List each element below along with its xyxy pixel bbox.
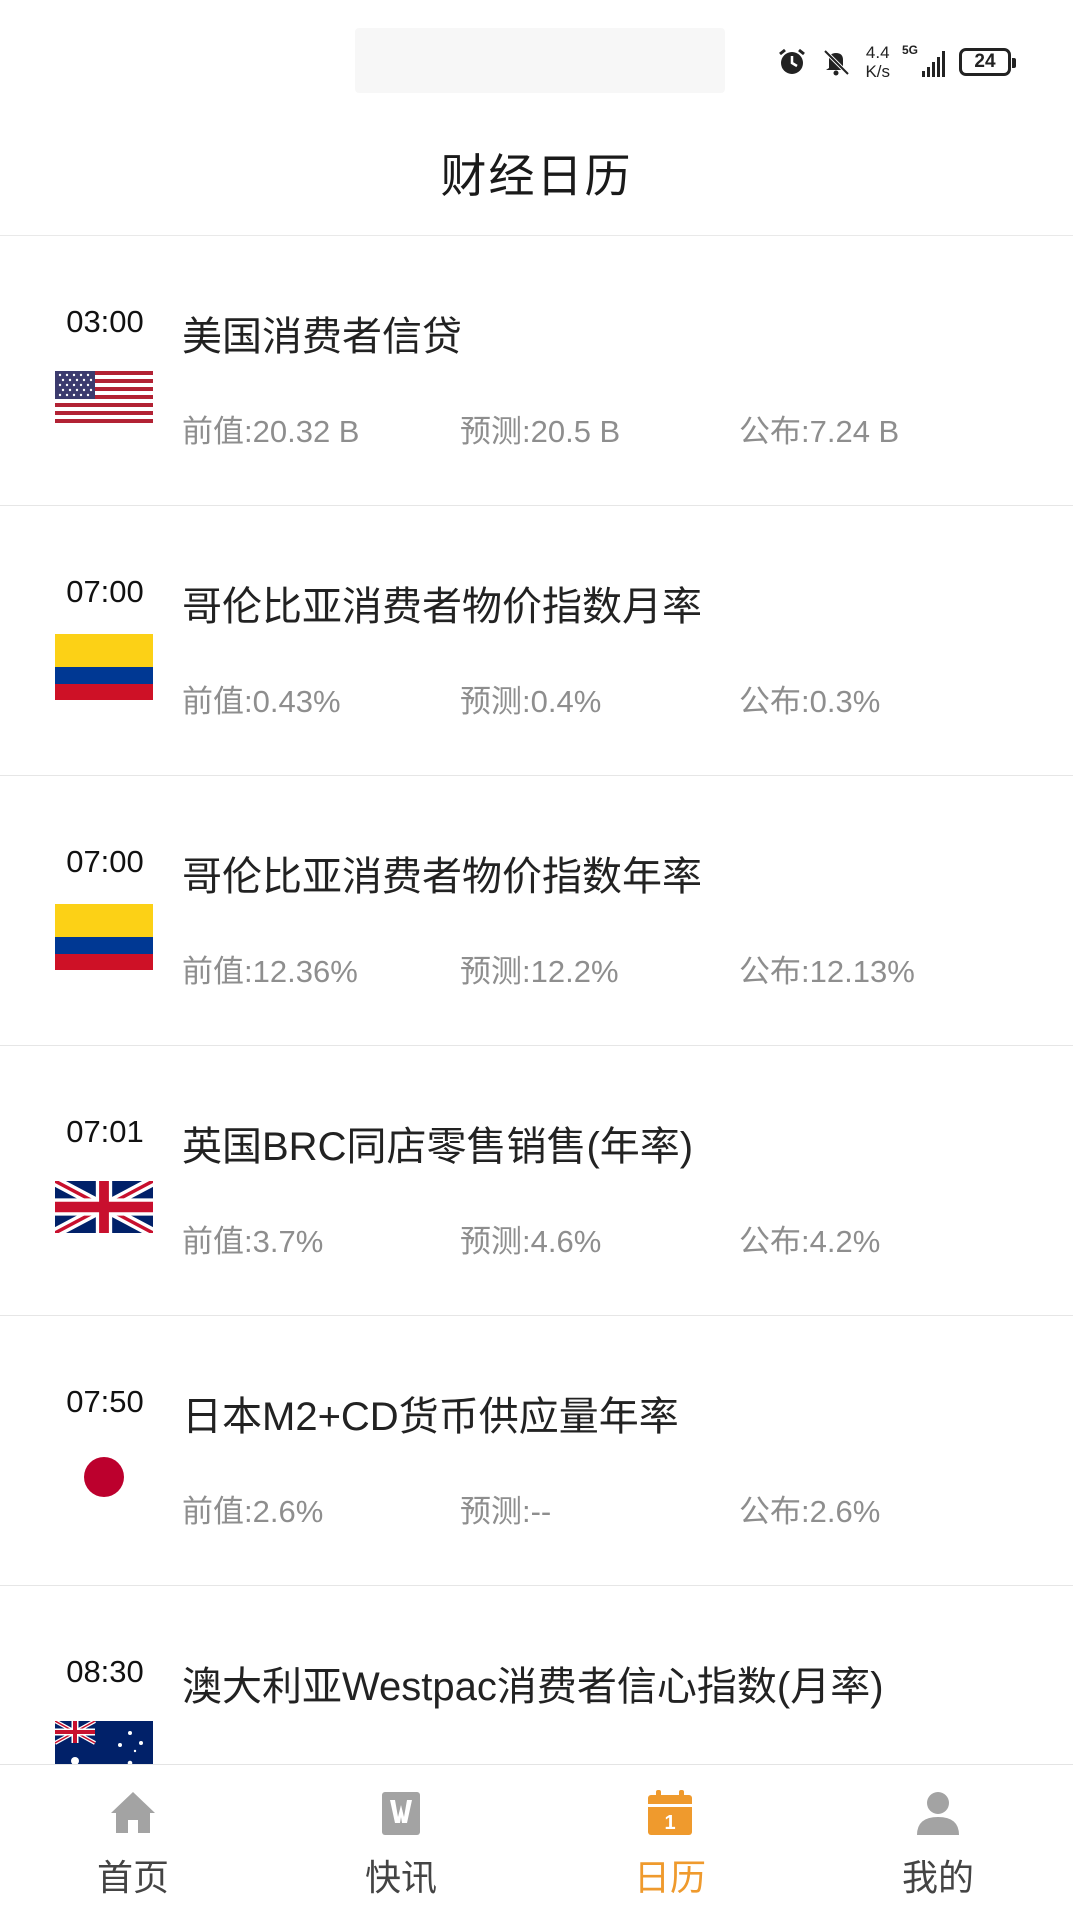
header: 财经日历 [0, 110, 1073, 236]
battery-level: 24 [974, 51, 996, 72]
previous-value: 前值:3.7% [182, 1224, 324, 1259]
forecast-value: 预测:4.6% [460, 1224, 602, 1259]
actual-value: 公布:2.6% [739, 1494, 881, 1529]
event-item[interactable]: 07:01 英国BRC同店零售销售(年率) 前值:3.7% 预测:4.6% 公布… [0, 1046, 1073, 1316]
colombia-flag [55, 634, 153, 700]
bottom-tab-bar: 首页 快讯 1 日历 我的 [0, 1764, 1073, 1913]
actual-value: 公布:0.3% [739, 684, 881, 719]
signal-icon: 5G [902, 43, 945, 77]
tab-profile[interactable]: 我的 [838, 1765, 1038, 1914]
event-time: 07:50 [66, 1384, 144, 1419]
forecast-value: 预测:0.4% [460, 684, 602, 719]
tab-label: 我的 [901, 1857, 974, 1898]
event-title: 澳大利亚Westpac消费者信心指数(月率) [182, 1665, 884, 1709]
event-item[interactable]: 03:00 美国消费者信贷 前值:20.32 B 预测:20.5 B 公布:7.… [0, 236, 1073, 506]
forecast-value: 预测:-- [460, 1494, 552, 1529]
status-icons: 4.4 K/s 5G 24 [777, 40, 1016, 84]
event-title: 美国消费者信贷 [182, 315, 462, 359]
event-time: 08:30 [66, 1654, 144, 1689]
forecast-value: 预测:12.2% [460, 954, 619, 989]
event-title: 哥伦比亚消费者物价指数月率 [182, 585, 702, 629]
japan-flag [55, 1444, 153, 1510]
actual-value: 公布:4.2% [739, 1224, 881, 1259]
tab-news[interactable]: 快讯 [301, 1765, 501, 1914]
battery-icon: 24 [959, 48, 1016, 76]
event-stats: 前值:2.6% 预测:-- 公布:2.6% [182, 1486, 1022, 1529]
forecast-value: 预测:20.5 B [460, 414, 621, 449]
event-stats: 前值:0.43% 预测:0.4% 公布:0.3% [182, 676, 1022, 719]
event-title: 哥伦比亚消费者物价指数年率 [182, 855, 702, 899]
home-icon [111, 1792, 155, 1833]
event-title: 英国BRC同店零售销售(年率) [182, 1125, 694, 1169]
uk-flag [55, 1181, 153, 1233]
status-notification-area [355, 28, 725, 93]
event-time: 03:00 [66, 304, 144, 339]
event-item[interactable]: 07:50 日本M2+CD货币供应量年率 前值:2.6% 预测:-- 公布:2.… [0, 1316, 1073, 1586]
event-time: 07:01 [66, 1114, 144, 1149]
net-speed-value: 4.4 [865, 43, 890, 62]
calendar-day-badge: 1 [664, 1812, 675, 1834]
event-title: 日本M2+CD货币供应量年率 [182, 1395, 679, 1439]
alarm-icon [779, 48, 806, 74]
tab-label: 快讯 [364, 1857, 437, 1898]
previous-value: 前值:20.32 B [182, 414, 360, 449]
network-type: 5G [902, 43, 919, 57]
tab-label: 首页 [96, 1857, 169, 1898]
event-stats: 前值:20.32 B 预测:20.5 B 公布:7.24 B [182, 406, 1022, 449]
user-icon [917, 1792, 959, 1835]
news-icon [382, 1792, 420, 1835]
previous-value: 前值:12.36% [182, 954, 358, 989]
previous-value: 前值:0.43% [182, 684, 341, 719]
bell-off-icon [824, 49, 850, 76]
status-bar: 4.4 K/s 5G 24 [0, 0, 1073, 110]
us-flag [55, 371, 153, 423]
page-title: 财经日历 [440, 149, 633, 202]
calendar-icon: 1 [648, 1790, 692, 1835]
event-stats: 前值:12.36% 预测:12.2% 公布:12.13% [182, 946, 1022, 989]
event-stats: 前值:3.7% 预测:4.6% 公布:4.2% [182, 1216, 1022, 1259]
colombia-flag [55, 904, 153, 970]
tab-label: 日历 [633, 1857, 706, 1898]
event-time: 07:00 [66, 574, 144, 609]
event-item[interactable]: 07:00 哥伦比亚消费者物价指数月率 前值:0.43% 预测:0.4% 公布:… [0, 506, 1073, 776]
actual-value: 公布:7.24 B [739, 414, 900, 449]
event-item[interactable]: 07:00 哥伦比亚消费者物价指数年率 前值:12.36% 预测:12.2% 公… [0, 776, 1073, 1046]
tab-home[interactable]: 首页 [33, 1765, 233, 1914]
event-list: 03:00 美国消费者信贷 前值:20.32 B 预测:20.5 B 公布:7.… [0, 236, 1073, 1764]
actual-value: 公布:12.13% [739, 954, 915, 989]
event-item[interactable]: 08:30 澳大利亚Westpac消费者信心指数(月率) [0, 1586, 1073, 1764]
australia-flag [55, 1721, 153, 1764]
net-speed: 4.4 K/s [865, 43, 890, 81]
previous-value: 前值:2.6% [182, 1494, 324, 1529]
net-speed-unit: K/s [865, 62, 890, 81]
tab-calendar[interactable]: 1 日历 [570, 1765, 770, 1914]
event-time: 07:00 [66, 844, 144, 879]
